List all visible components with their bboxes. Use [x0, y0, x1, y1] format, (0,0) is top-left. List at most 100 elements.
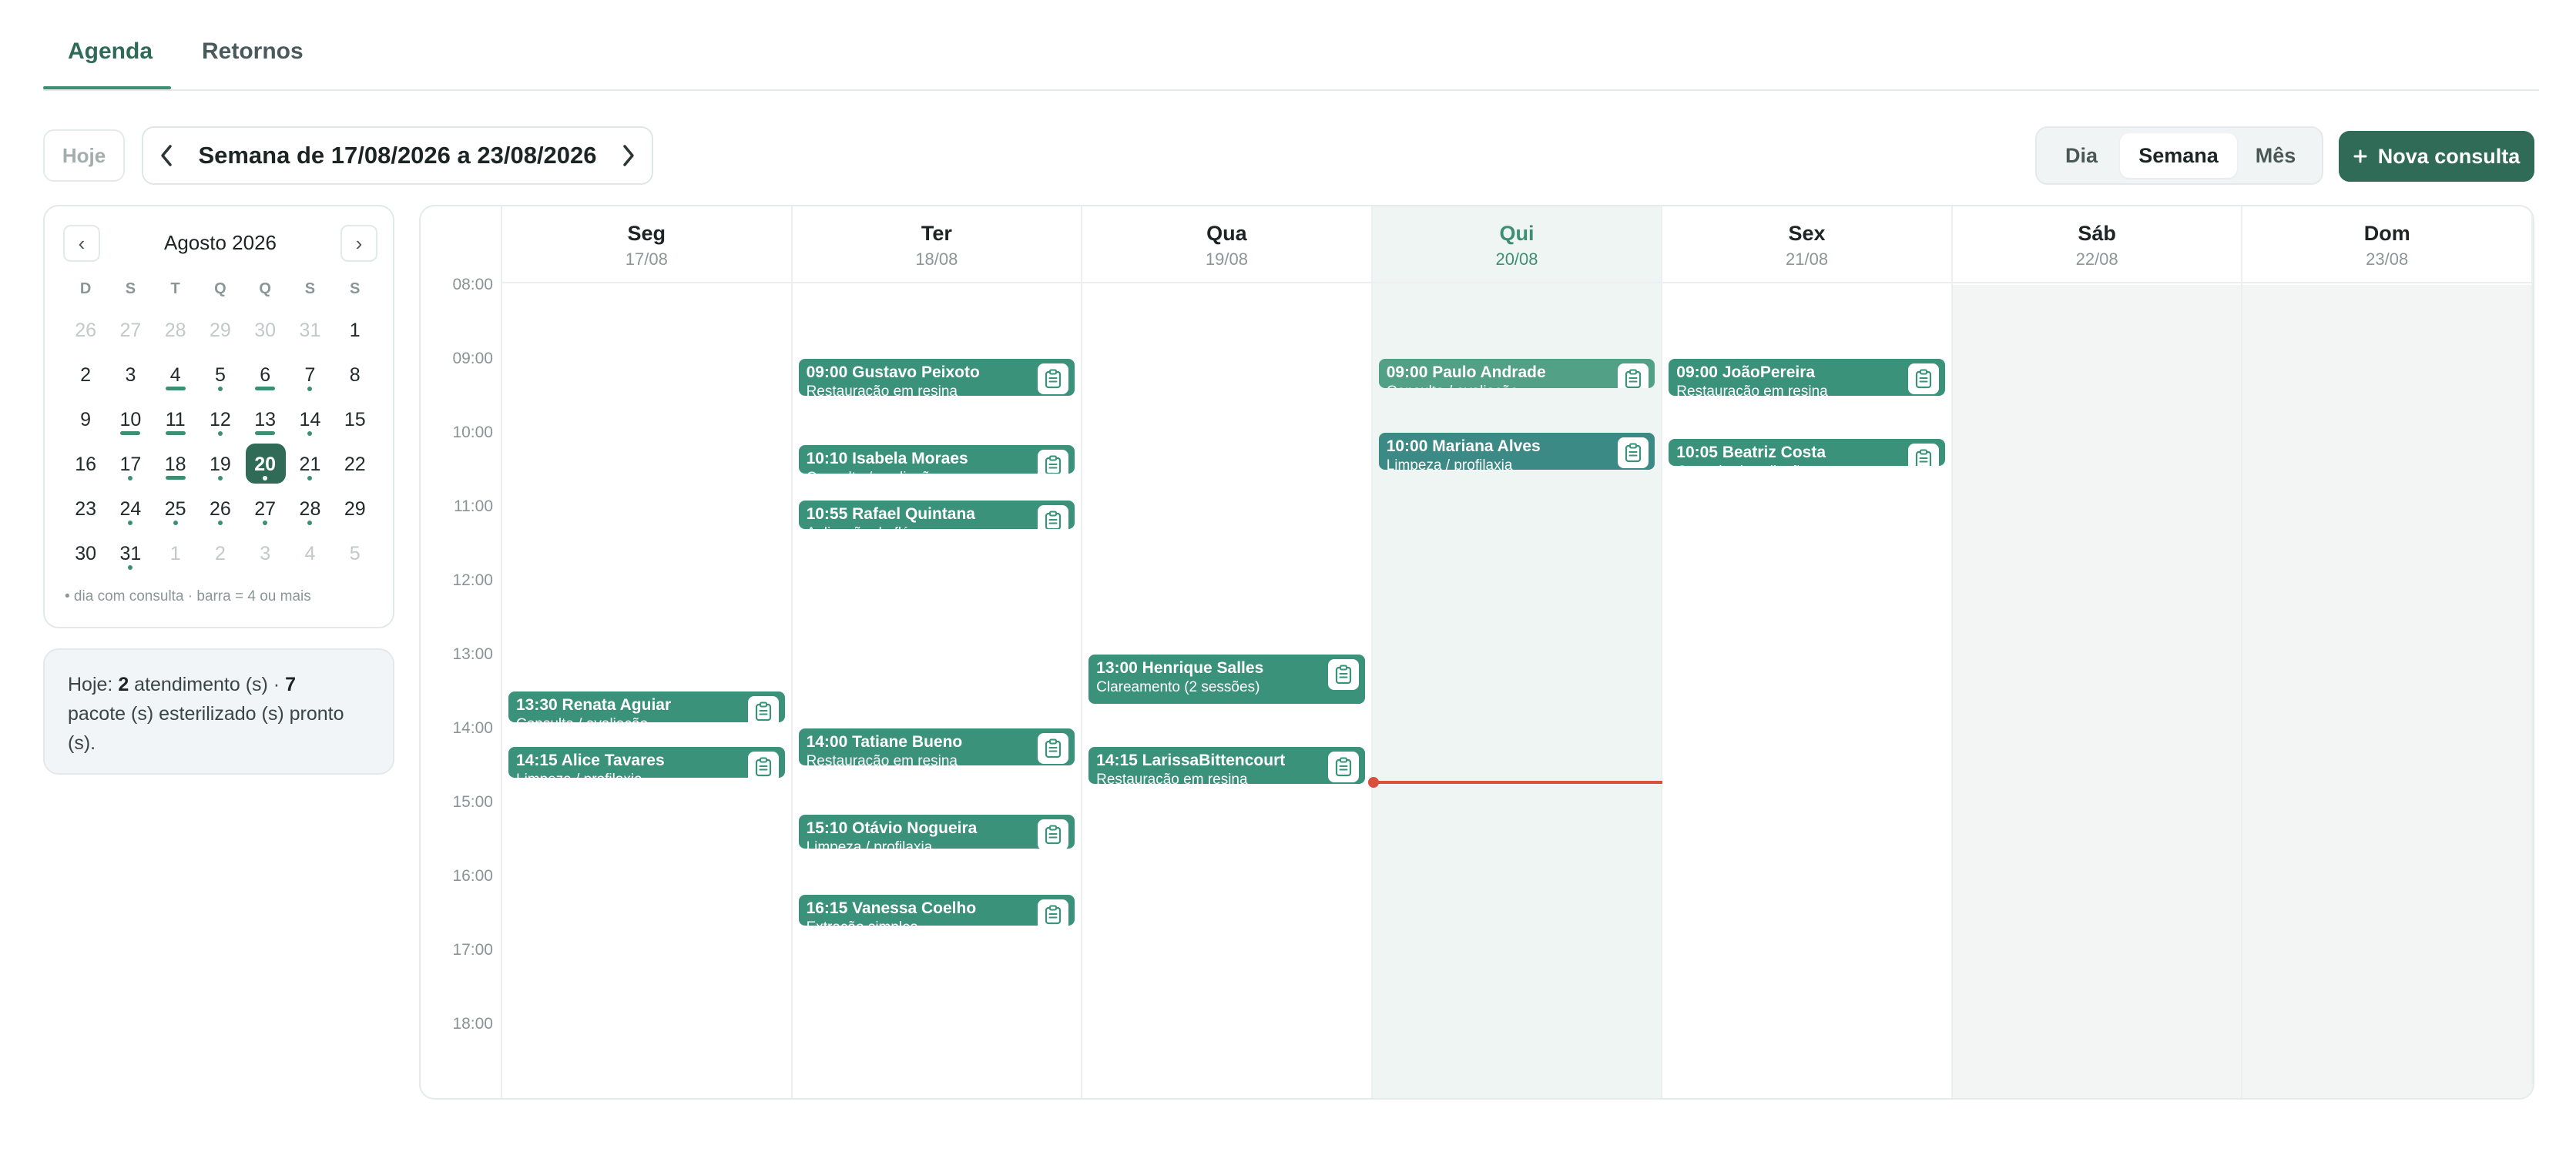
- mini-calendar-day[interactable]: 10: [108, 397, 153, 442]
- mini-calendar-day[interactable]: 28: [153, 308, 198, 353]
- mini-calendar-day[interactable]: 15: [333, 397, 377, 442]
- clipboard-icon[interactable]: [1907, 363, 1939, 394]
- mini-calendar-day[interactable]: 25: [153, 487, 198, 531]
- day-column-header[interactable]: Dom 23/08: [2242, 206, 2531, 283]
- clipboard-icon[interactable]: [1038, 899, 1069, 926]
- appointment-card[interactable]: 09:00 Paulo Andrade Consulta / avaliação: [1378, 359, 1655, 389]
- appointment-card[interactable]: 09:00 Gustavo Peixoto Restauração em resi…: [798, 359, 1075, 396]
- day-column[interactable]: Qua 19/08 13:00 Henrique Salles Clareamento…: [1082, 206, 1373, 1098]
- appointment-card[interactable]: 14:15 Alice Tavares Limpeza / profilaxia: [508, 747, 785, 779]
- day-column-header[interactable]: Seg 17/08: [502, 206, 791, 283]
- new-appointment-button[interactable]: Nova consulta: [2339, 131, 2534, 182]
- mini-calendar-day[interactable]: 27: [108, 308, 153, 353]
- day-column[interactable]: Seg 17/08 13:30 Renata Aguiar Consulta / av…: [502, 206, 793, 1098]
- appointment-card[interactable]: 10:55 Rafael QuintanaAplicação de flúor: [798, 501, 1075, 529]
- view-day-button[interactable]: Dia: [2043, 133, 2120, 178]
- day-column-body[interactable]: 09:00 JoãoPereira Restauração em resina 10…: [1662, 285, 1951, 1098]
- next-week-button[interactable]: [605, 128, 652, 183]
- mini-calendar-day[interactable]: 3: [108, 353, 153, 397]
- mini-calendar-day[interactable]: 2: [63, 353, 108, 397]
- clipboard-icon[interactable]: [1038, 819, 1069, 849]
- mini-calendar-day[interactable]: 31: [287, 308, 332, 353]
- tab-agenda[interactable]: Agenda: [68, 39, 153, 65]
- mini-calendar-day[interactable]: 27: [243, 487, 287, 531]
- mini-calendar-day[interactable]: 17: [108, 442, 153, 487]
- mini-calendar-day[interactable]: 9: [63, 397, 108, 442]
- mini-calendar-prev-button[interactable]: ‹: [63, 225, 100, 262]
- today-button[interactable]: Hoje: [43, 129, 125, 182]
- day-column-header[interactable]: Sáb 22/08: [1952, 206, 2242, 283]
- mini-calendar-day[interactable]: 28: [287, 487, 332, 531]
- appointment-card[interactable]: 09:00 JoãoPereira Restauração em resina: [1669, 359, 1945, 396]
- clipboard-icon[interactable]: [1327, 659, 1359, 690]
- mini-calendar-day[interactable]: 29: [333, 487, 377, 531]
- mini-calendar-day[interactable]: 31: [108, 531, 153, 576]
- mini-calendar-day[interactable]: 30: [63, 531, 108, 576]
- day-column-header[interactable]: Qua 19/08: [1082, 206, 1371, 283]
- day-column-body[interactable]: 13:30 Renata AguiarConsulta / avaliação 1…: [502, 285, 791, 1098]
- mini-calendar-day[interactable]: 26: [63, 308, 108, 353]
- appointment-card[interactable]: 10:05 Beatriz Costa Consulta / avaliação: [1669, 438, 1945, 467]
- mini-calendar-day[interactable]: 29: [198, 308, 243, 353]
- mini-calendar-day[interactable]: 11: [153, 397, 198, 442]
- mini-calendar-day[interactable]: 21: [287, 442, 332, 487]
- mini-calendar-day[interactable]: 1: [153, 531, 198, 576]
- appointment-card[interactable]: 10:10 Isabela Moraes Consulta / avaliação: [798, 445, 1075, 474]
- day-column-body[interactable]: 09:00 Paulo Andrade Consulta / avaliação 1…: [1367, 285, 1663, 1098]
- day-column[interactable]: Sex 21/08 09:00 JoãoPereira Restauração em …: [1662, 206, 1953, 1098]
- tab-retornos[interactable]: Retornos: [202, 39, 304, 65]
- mini-calendar-day[interactable]: 12: [198, 397, 243, 442]
- day-column-header[interactable]: Ter 18/08: [792, 206, 1082, 283]
- clipboard-icon[interactable]: [1618, 363, 1649, 389]
- clipboard-icon[interactable]: [747, 752, 779, 779]
- day-column-body[interactable]: 09:00 Gustavo Peixoto Restauração em resi…: [793, 285, 1082, 1098]
- day-column-header[interactable]: Qui 20/08: [1372, 206, 1662, 283]
- mini-calendar-day[interactable]: 2: [198, 531, 243, 576]
- clipboard-icon[interactable]: [1327, 752, 1359, 782]
- mini-calendar-day[interactable]: 5: [333, 531, 377, 576]
- mini-calendar-day-today[interactable]: 20: [243, 442, 287, 487]
- clipboard-icon[interactable]: [1038, 450, 1069, 474]
- mini-calendar-day[interactable]: 16: [63, 442, 108, 487]
- appointment-card[interactable]: 13:30 Renata Aguiar Consulta / avaliação: [508, 691, 785, 723]
- mini-calendar-day[interactable]: 30: [243, 308, 287, 353]
- appointment-card[interactable]: 13:00 Henrique Salles Clareamento (2 sess…: [1088, 655, 1365, 705]
- appointment-card[interactable]: 15:10 Otávio Nogueira Limpeza / profilaxi…: [798, 815, 1075, 849]
- appointment-card[interactable]: 14:15 LarissaBittencourt Restauração em r…: [1088, 747, 1365, 784]
- day-column[interactable]: Dom 23/08: [2242, 206, 2533, 1098]
- clipboard-icon[interactable]: [1038, 505, 1069, 529]
- mini-calendar-day[interactable]: 5: [198, 353, 243, 397]
- mini-calendar-day[interactable]: 4: [287, 531, 332, 576]
- day-column-body[interactable]: [1952, 285, 2242, 1098]
- mini-calendar-day[interactable]: 1: [333, 308, 377, 353]
- view-week-button[interactable]: Semana: [2120, 133, 2237, 178]
- clipboard-icon[interactable]: [1618, 437, 1649, 468]
- mini-calendar-day[interactable]: 18: [153, 442, 198, 487]
- day-column-header[interactable]: Sex 21/08: [1662, 206, 1951, 283]
- mini-calendar-day[interactable]: 7: [287, 353, 332, 397]
- day-column[interactable]: Sáb 22/08: [1952, 206, 2243, 1098]
- mini-calendar-day[interactable]: 24: [108, 487, 153, 531]
- mini-calendar-day[interactable]: 13: [243, 397, 287, 442]
- mini-calendar-day[interactable]: 26: [198, 487, 243, 531]
- mini-calendar-day[interactable]: 19: [198, 442, 243, 487]
- day-column[interactable]: Qui 20/08 09:00 Paulo Andrade Consulta / av…: [1367, 206, 1663, 1098]
- clipboard-icon[interactable]: [1907, 443, 1939, 467]
- day-column-body[interactable]: [2242, 285, 2531, 1098]
- mini-calendar-day[interactable]: 6: [243, 353, 287, 397]
- appointment-card[interactable]: 10:00 Mariana Alves Limpeza / profilaxia: [1378, 433, 1655, 470]
- clipboard-icon[interactable]: [1038, 733, 1069, 764]
- previous-week-button[interactable]: [143, 128, 190, 183]
- day-column[interactable]: Ter 18/08 09:00 Gustavo Peixoto Restauração…: [792, 206, 1083, 1098]
- view-month-button[interactable]: Mês: [2237, 133, 2314, 178]
- mini-calendar-day[interactable]: 4: [153, 353, 198, 397]
- mini-calendar-day[interactable]: 23: [63, 487, 108, 531]
- appointment-card[interactable]: 16:15 Vanessa Coelho Extração simples: [798, 895, 1075, 926]
- mini-calendar-next-button[interactable]: ›: [340, 225, 377, 262]
- appointment-card[interactable]: 14:00 Tatiane Bueno Restauração em resina: [798, 728, 1075, 765]
- mini-calendar-day[interactable]: 3: [243, 531, 287, 576]
- mini-calendar-day[interactable]: 14: [287, 397, 332, 442]
- clipboard-icon[interactable]: [747, 696, 779, 723]
- day-column-body[interactable]: 13:00 Henrique Salles Clareamento (2 sess…: [1082, 285, 1371, 1098]
- clipboard-icon[interactable]: [1038, 363, 1069, 394]
